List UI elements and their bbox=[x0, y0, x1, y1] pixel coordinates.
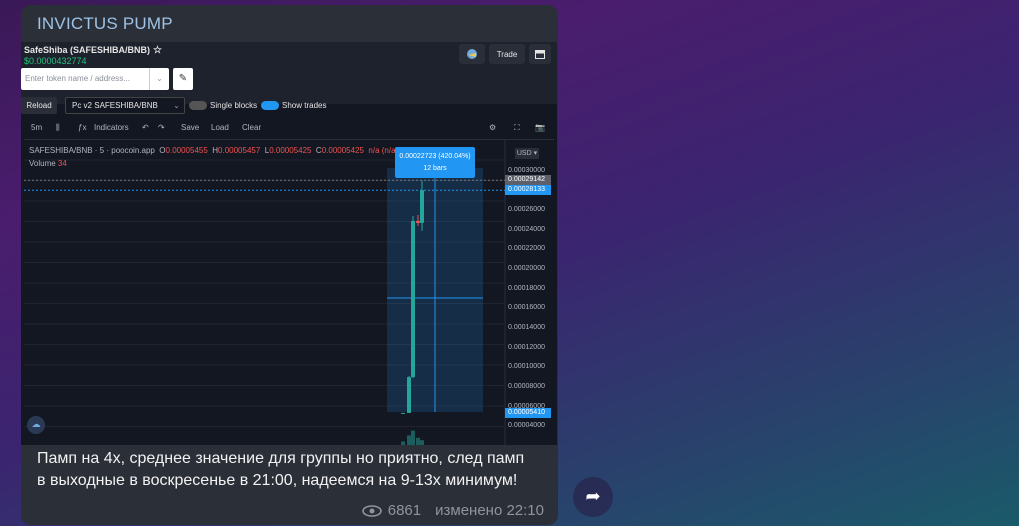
volume-bar bbox=[401, 441, 405, 445]
edit-button[interactable]: ✎ bbox=[173, 68, 193, 90]
view-count: 6861 bbox=[387, 502, 422, 519]
candle-body bbox=[407, 377, 411, 413]
undo-icon[interactable]: ↶ bbox=[142, 123, 149, 132]
wallet-icon bbox=[467, 49, 477, 59]
indicators-button[interactable]: Indicators bbox=[94, 123, 129, 132]
y-tick-label: 0.00026000 bbox=[508, 206, 545, 214]
price-marker-base: 0.00005410 bbox=[505, 408, 551, 419]
price-marker-current: 0.00028133 bbox=[505, 185, 551, 196]
candle-body bbox=[416, 220, 420, 223]
poocoin-header: SafeShiba (SAFESHIBA/BNB) ☆ $0.0000432774… bbox=[21, 42, 557, 104]
reload-button[interactable]: Reload bbox=[21, 97, 57, 114]
redo-icon[interactable]: ↷ bbox=[158, 123, 165, 132]
y-tick-label: 0.00010000 bbox=[508, 363, 545, 371]
indicators-icon[interactable]: ƒx bbox=[78, 123, 86, 132]
y-tick-label: 0.00004000 bbox=[508, 422, 545, 430]
y-tick-label: 0.00016000 bbox=[508, 304, 545, 312]
star-icon: ☆ bbox=[153, 45, 162, 56]
y-tick-label: 0.00008000 bbox=[508, 382, 545, 390]
y-tick-label: 0.00014000 bbox=[508, 323, 545, 331]
token-name: SafeShiba (SAFESHIBA/BNB) ☆ bbox=[24, 45, 162, 56]
show-trades-toggle[interactable] bbox=[261, 101, 279, 110]
chart-screenshot[interactable]: SafeShiba (SAFESHIBA/BNB) ☆ $0.0000432774… bbox=[21, 42, 557, 445]
show-trades-label: Show trades bbox=[282, 101, 327, 110]
volume-legend: Volume 34 bbox=[29, 159, 67, 168]
message-meta: 6861 изменено 22:10 bbox=[361, 502, 544, 519]
trade-button[interactable]: Trade bbox=[489, 44, 525, 64]
y-tick-label: 0.00024000 bbox=[508, 225, 545, 233]
share-button[interactable]: ➦ bbox=[573, 477, 613, 517]
measure-tooltip: 0.00022723 (420.04%) 12 bars bbox=[395, 147, 475, 178]
channel-name[interactable]: INVICTUS PUMP bbox=[37, 14, 173, 34]
candle-body bbox=[411, 220, 415, 378]
interval-button[interactable]: 5m bbox=[31, 123, 42, 132]
save-button[interactable]: Save bbox=[181, 123, 199, 132]
controls-row: Reload Pc v2 SAFESHIBA/BNB ⌄ Single bloc… bbox=[21, 96, 557, 116]
single-blocks-label: Single blocks bbox=[210, 101, 258, 110]
poocoin-logo-icon: ☁ bbox=[27, 416, 45, 434]
edit-icon: ✎ bbox=[178, 73, 188, 84]
candle-body bbox=[420, 190, 424, 223]
y-tick-label: 0.00020000 bbox=[508, 265, 545, 273]
clear-button[interactable]: Clear bbox=[242, 123, 261, 132]
volume-bar bbox=[407, 435, 411, 445]
fullscreen-icon[interactable]: ⛶ bbox=[514, 123, 520, 133]
ohlc-legend: SAFESHIBA/BNB · 5 · poocoin.app O0.00005… bbox=[29, 146, 399, 155]
load-button[interactable]: Load bbox=[211, 123, 229, 132]
eye-icon bbox=[361, 504, 382, 517]
pair-select[interactable]: Pc v2 SAFESHIBA/BNB ⌄ bbox=[65, 97, 185, 114]
window-button[interactable] bbox=[529, 44, 551, 64]
single-blocks-toggle[interactable] bbox=[189, 101, 207, 110]
wallet-button[interactable] bbox=[459, 44, 485, 64]
volume-bar bbox=[420, 440, 424, 445]
y-tick-label: 0.00018000 bbox=[508, 284, 545, 292]
y-tick-label: 0.00012000 bbox=[508, 343, 545, 351]
share-icon: ➦ bbox=[585, 486, 601, 507]
token-search-input[interactable]: Enter token name / address... ⌄ bbox=[21, 68, 169, 90]
volume-bar bbox=[411, 430, 415, 445]
message-text: Памп на 4х, среднее значение для группы … bbox=[37, 450, 525, 489]
y-tick-label: 0.00022000 bbox=[508, 245, 545, 253]
volume-bar bbox=[416, 437, 420, 445]
y-tick-label: 0.00030000 bbox=[508, 166, 545, 174]
chart-toolbar: 5m ⫼ ƒx Indicators ↶ ↷ Save Load Clear ⚙… bbox=[24, 119, 554, 140]
chevron-down-icon: ⌄ bbox=[173, 101, 180, 110]
gear-icon[interactable]: ⚙ bbox=[489, 123, 496, 132]
edited-timestamp: изменено 22:10 bbox=[435, 502, 544, 519]
candle-type-icon[interactable]: ⫼ bbox=[56, 123, 60, 133]
message-bubble: INVICTUS PUMP SafeShiba (SAFESHIBA/BNB) ☆… bbox=[21, 5, 558, 525]
price-marker-top: 0.00029142 bbox=[505, 175, 551, 186]
candle-body bbox=[401, 412, 405, 414]
price-chart[interactable] bbox=[21, 140, 557, 445]
chevron-down-icon[interactable]: ⌄ bbox=[149, 68, 169, 90]
token-price: $0.0000432774 bbox=[24, 56, 87, 66]
window-icon bbox=[535, 49, 545, 59]
currency-select[interactable]: USD ▾ bbox=[515, 148, 539, 159]
camera-icon[interactable]: 📷 bbox=[535, 123, 545, 132]
